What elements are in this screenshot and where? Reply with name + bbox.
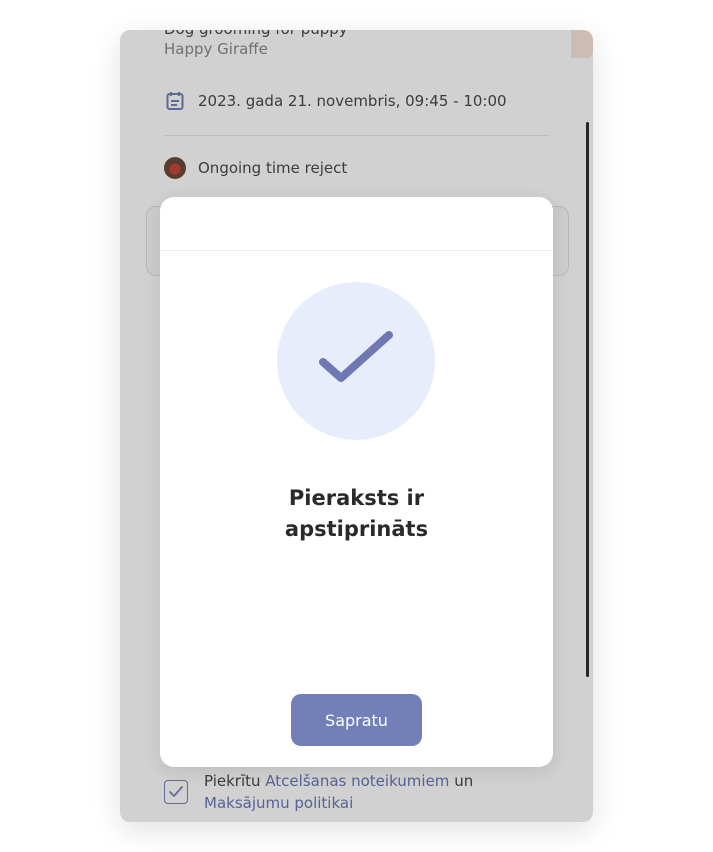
dialog-header-divider <box>160 250 553 251</box>
dialog-title-line2: apstiprināts <box>284 517 429 541</box>
confirmation-dialog: Pieraksts ir apstiprināts Sapratu <box>160 197 553 767</box>
checkmark-icon <box>319 331 393 382</box>
dialog-title: Pieraksts ir apstiprināts <box>160 483 553 545</box>
success-badge <box>277 282 435 440</box>
confirm-button[interactable]: Sapratu <box>291 694 422 746</box>
dialog-title-line1: Pieraksts ir <box>288 486 425 510</box>
